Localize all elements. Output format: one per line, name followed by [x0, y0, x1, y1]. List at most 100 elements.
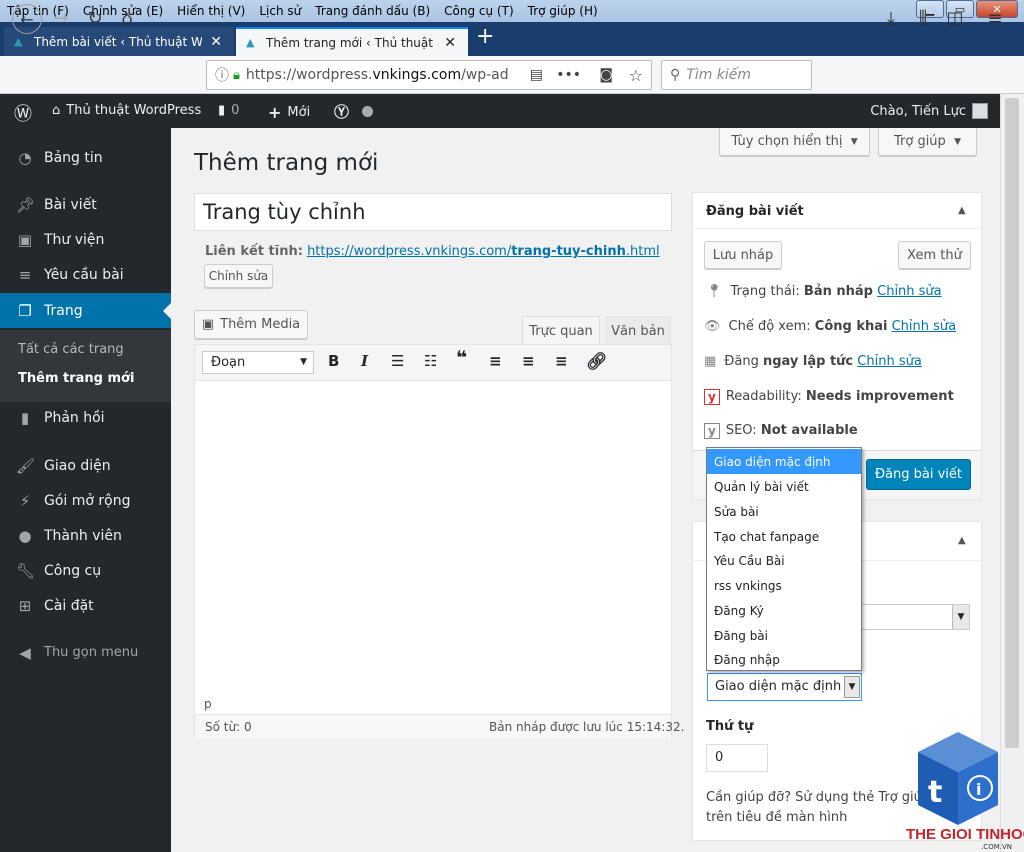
format-select[interactable]: Đoạn ▼ [202, 351, 314, 374]
italic-icon[interactable]: I [361, 352, 368, 370]
template-option[interactable]: Tạo chat fanpage [707, 524, 861, 549]
template-option[interactable]: Đăng Ký [707, 598, 861, 623]
screen-options-button[interactable]: Tùy chọn hiển thị ▼ [719, 128, 870, 156]
reader-view-icon[interactable]: ▤ [530, 67, 543, 83]
user-account-link[interactable]: Chào, Tiến Lực [870, 103, 988, 119]
menu-help[interactable]: Trợ giúp (H) [521, 4, 605, 18]
site-name-link[interactable]: ⌂ Thủ thuật WordPress [52, 103, 201, 118]
menu-view[interactable]: Hiển thị (V) [170, 4, 252, 18]
link-icon[interactable]: 🔗︎ [586, 352, 608, 372]
new-tab-icon[interactable]: + [476, 24, 494, 49]
template-option[interactable]: Sửa bài [707, 499, 861, 524]
numbered-list-icon[interactable]: ☷ [424, 352, 437, 370]
permalink-url[interactable]: https://wordpress.vnkings.com/trang-tuy-… [307, 244, 660, 259]
collapse-up-icon[interactable]: ▲ [958, 205, 966, 216]
sidebar-toggle-icon[interactable]: ◫ [944, 8, 966, 29]
align-right-icon[interactable]: ≡ [555, 352, 568, 370]
submenu-all-pages[interactable]: Tất cả các trang [18, 342, 124, 357]
dashboard-icon: ◔ [18, 148, 32, 167]
reload-icon[interactable]: ↻ [84, 8, 106, 29]
template-option[interactable]: Yêu Cầu Bài [707, 548, 861, 573]
permalink-label: Liên kết tĩnh: [205, 244, 303, 259]
sidebar-item-settings[interactable]: ⊞ Cài đặt [0, 588, 171, 623]
back-icon[interactable]: ← [12, 4, 42, 34]
menu-history[interactable]: Lịch sử [252, 4, 308, 18]
caret-down-icon: ▼ [850, 136, 858, 147]
dropdown-arrow-icon: ▼ [952, 605, 969, 629]
tab-label: Thêm trang mới ‹ Thủ thuật WordPress [266, 35, 436, 50]
hamburger-menu-icon[interactable]: ≡ [984, 8, 1006, 29]
sidebar-item-posts[interactable]: 📌︎ Bài viết [0, 187, 171, 222]
help-button[interactable]: Trợ giúp ▼ [878, 128, 977, 156]
tab-text[interactable]: Văn bản [605, 316, 671, 345]
template-option[interactable]: Đăng bài [707, 623, 861, 648]
bullet-list-icon[interactable]: ☰ [391, 352, 404, 370]
blockquote-icon[interactable]: ❝ [456, 347, 467, 369]
yoast-icon[interactable]: Ⓨ [334, 101, 349, 122]
template-option[interactable]: Đăng nhập [707, 647, 861, 672]
submenu-add-new-page[interactable]: Thêm trang mới [18, 371, 134, 386]
wordpress-logo-icon[interactable]: Ⓦ [14, 100, 32, 126]
comments-link[interactable]: ▮ 0 [218, 103, 239, 118]
sidebar-item-appearance[interactable]: 🖌︎ Giao diện [0, 448, 171, 483]
publish-button[interactable]: Đăng bài viết [866, 459, 971, 490]
sidebar-item-requests[interactable]: ≡ Yêu cầu bài [0, 257, 171, 292]
menu-bookmarks[interactable]: Trang đánh dấu (B) [308, 4, 437, 18]
dropdown-arrow-icon: ▼ [844, 676, 860, 698]
align-left-icon[interactable]: ≡ [489, 352, 502, 370]
sidebar-item-tools[interactable]: 🔧︎ Công cụ [0, 553, 171, 588]
template-select[interactable]: Giao diện mặc định ▼ [707, 673, 862, 701]
word-count: Số từ: 0 [205, 720, 252, 734]
new-content-link[interactable]: + Mới [268, 103, 310, 122]
order-input[interactable]: 0 [706, 744, 768, 772]
forward-icon[interactable]: → [50, 8, 72, 29]
sidebar-item-plugins[interactable]: ⚡︎ Gói mở rộng [0, 483, 171, 518]
downloads-icon[interactable]: ⤓ [880, 8, 902, 29]
add-media-button[interactable]: ▣ Thêm Media [194, 310, 308, 339]
pocket-icon[interactable]: ◙ [599, 67, 613, 83]
edit-permalink-button[interactable]: Chỉnh sửa [204, 264, 273, 288]
template-option[interactable]: Giao diện mặc định [707, 449, 861, 474]
title-input[interactable]: Trang tùy chỉnh [194, 193, 672, 231]
edit-visibility-link[interactable]: Chỉnh sửa [892, 319, 957, 334]
info-icon[interactable]: ⓘ [215, 65, 229, 85]
watermark-logo: t i THE GIOI TINHOC .COM.VN [898, 730, 1024, 852]
sidebar-item-media[interactable]: ▣ Thư viện [0, 222, 171, 257]
sidebar-item-label: Công cụ [44, 562, 102, 579]
close-tab-icon[interactable]: ✕ [444, 35, 456, 51]
preview-button[interactable]: Xem thử [898, 241, 971, 269]
library-icon[interactable]: ⫼ [912, 8, 934, 29]
search-input[interactable]: ⚲ Tìm kiếm [661, 60, 812, 90]
caret-down-icon: ▼ [954, 136, 961, 147]
sidebar-item-dashboard[interactable]: ◔ Bảng tin [0, 140, 171, 175]
edit-status-link[interactable]: Chỉnh sửa [877, 284, 942, 299]
scrollbar-thumb[interactable] [1005, 98, 1019, 748]
collapse-up-icon[interactable]: ▲ [958, 535, 966, 546]
plus-icon: + [268, 103, 282, 122]
tab-add-post[interactable]: ▲ Thêm bài viết ‹ Thủ thuật WordPress ✕ [4, 27, 234, 56]
template-option[interactable]: Quản lý bài viết [707, 474, 861, 499]
seo-row: y SEO: Not available [704, 423, 858, 439]
tab-add-page[interactable]: ▲ Thêm trang mới ‹ Thủ thuật WordPress ✕ [236, 27, 468, 56]
logo-subtext: .COM.VN [981, 843, 1012, 851]
tab-visual[interactable]: Trực quan [522, 316, 600, 345]
bookmark-star-icon[interactable]: ☆ [629, 66, 643, 85]
save-draft-button[interactable]: Lưu nháp [704, 241, 782, 269]
sidebar-item-users[interactable]: ● Thành viên [0, 518, 171, 553]
more-actions-icon[interactable]: ••• [556, 67, 581, 83]
sidebar-item-pages[interactable]: ❐ Trang [0, 293, 171, 328]
bold-icon[interactable]: B [328, 352, 339, 370]
align-center-icon[interactable]: ≡ [522, 352, 535, 370]
plugin-icon: ⚡︎ [19, 491, 31, 510]
home-icon[interactable]: ⌂ [116, 8, 138, 29]
template-option[interactable]: rss vnkings [707, 573, 861, 598]
close-tab-icon[interactable]: ✕ [210, 34, 222, 50]
page-title: Thêm trang mới [194, 150, 379, 176]
collapse-menu-button[interactable]: ◀ Thu gọn menu [0, 635, 171, 670]
autosave-status: Bản nháp được lưu lúc 15:14:32. [489, 720, 685, 734]
url-bar[interactable]: ⓘ 🔒︎ https://wordpress.vnkings.com/wp-ad… [206, 60, 652, 90]
editor-body[interactable] [195, 382, 671, 692]
sidebar-item-comments[interactable]: ▮ Phản hồi [0, 400, 171, 435]
menu-tools[interactable]: Công cụ (T) [437, 4, 520, 18]
edit-schedule-link[interactable]: Chỉnh sửa [857, 354, 922, 369]
